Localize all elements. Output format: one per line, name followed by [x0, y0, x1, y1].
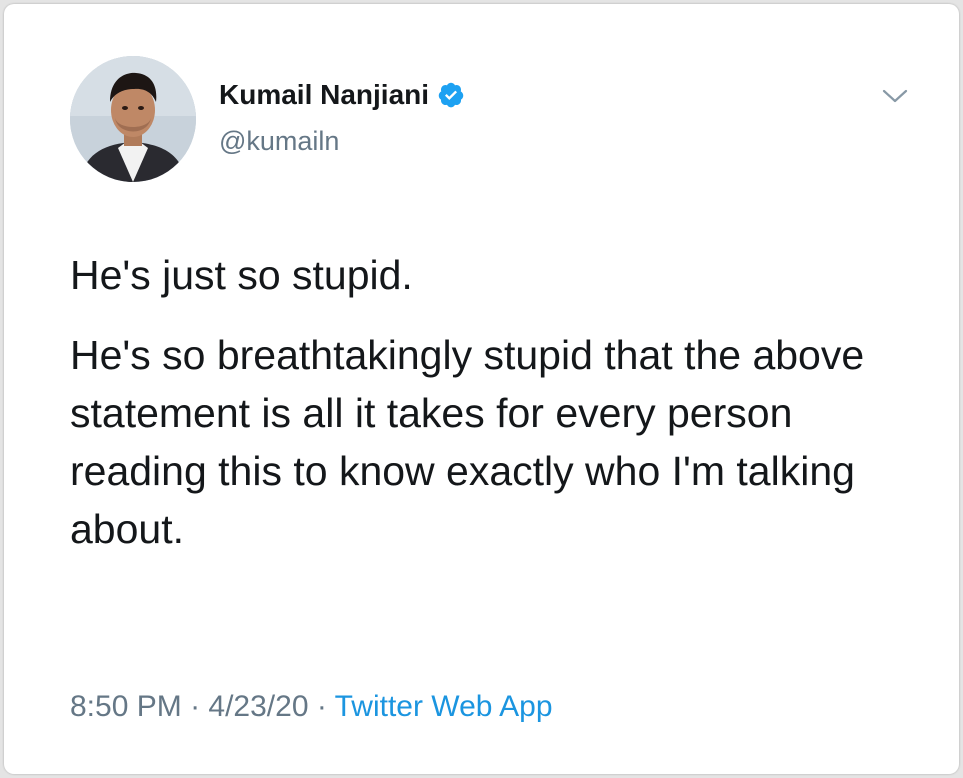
tweet-line-2: He's so breathtakingly stupid that the a…: [70, 332, 865, 552]
tweet-source-link[interactable]: Twitter Web App: [335, 690, 553, 723]
meta-separator: ·: [181, 690, 209, 723]
verified-badge-icon: [437, 81, 465, 109]
tweet-text: He's just so stupid. He's so breathtakin…: [70, 246, 930, 558]
tweet: Kumail Nanjiani @kumailn He's just so st…: [4, 4, 959, 774]
chevron-down-icon[interactable]: [880, 84, 910, 108]
tweet-date[interactable]: 4/23/20: [208, 690, 308, 723]
meta-separator-2: ·: [308, 690, 335, 723]
tweet-card: Kumail Nanjiani @kumailn He's just so st…: [4, 4, 959, 774]
author-handle[interactable]: @kumailn: [219, 126, 339, 157]
display-name[interactable]: Kumail Nanjiani: [219, 79, 429, 111]
author-name-row[interactable]: Kumail Nanjiani: [219, 79, 465, 111]
tweet-time[interactable]: 8:50 PM: [70, 690, 182, 723]
avatar[interactable]: [70, 56, 196, 182]
tweet-line-1: He's just so stupid.: [70, 252, 413, 298]
tweet-meta: 8:50 PM · 4/23/20 · Twitter Web App: [70, 690, 553, 724]
